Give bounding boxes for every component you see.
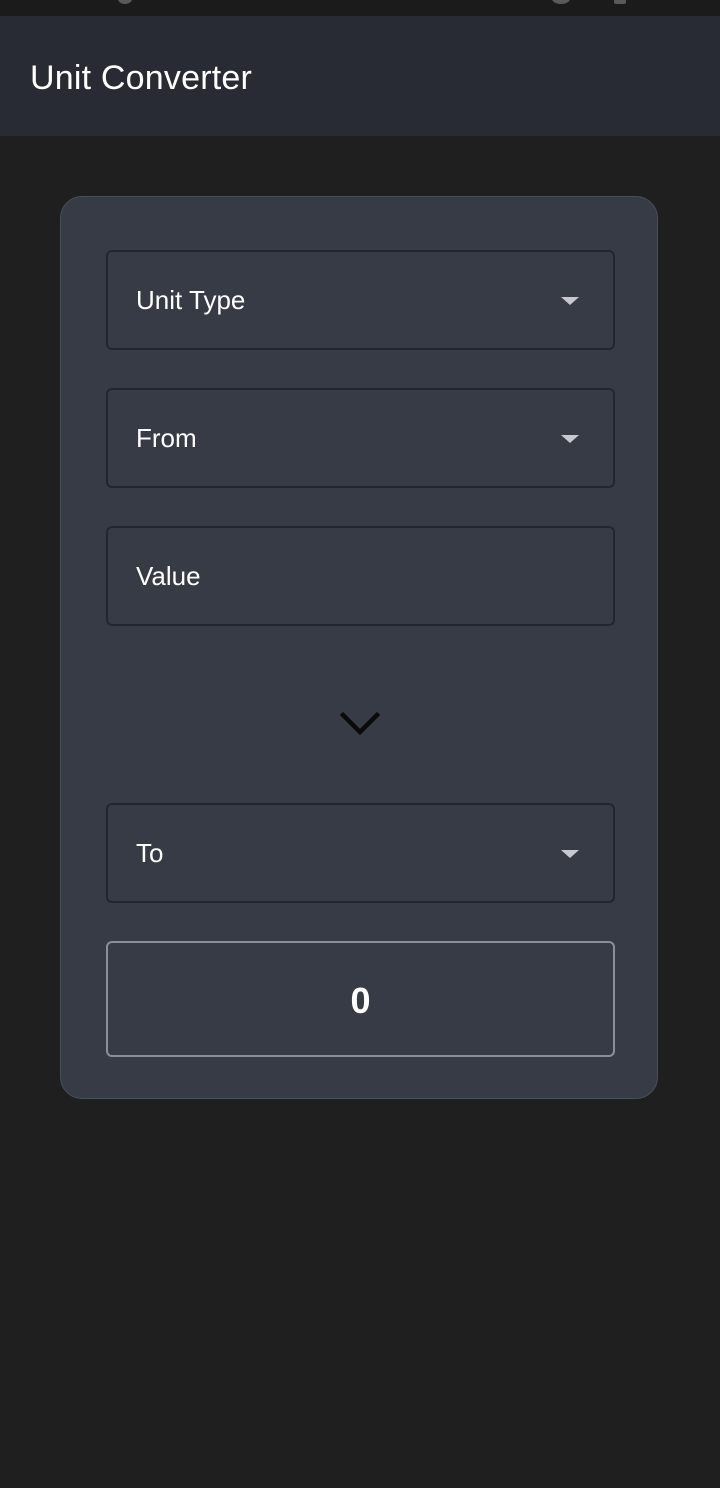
result-value: 0 [350, 980, 371, 1021]
dropdown-arrow-icon [561, 850, 579, 858]
to-unit-dropdown[interactable]: To [106, 803, 615, 903]
from-unit-label: From [136, 423, 197, 453]
to-unit-label: To [136, 838, 164, 868]
chevron-down-icon[interactable] [339, 709, 381, 739]
unit-type-label: Unit Type [136, 285, 246, 315]
value-input-placeholder: Value [136, 561, 201, 591]
from-unit-dropdown[interactable]: From [106, 388, 615, 488]
battery-icon [614, 0, 626, 4]
unit-type-dropdown[interactable]: Unit Type [106, 250, 615, 350]
result-display: 0 [106, 941, 615, 1057]
dropdown-arrow-icon [561, 297, 579, 305]
app-bar: Unit Converter [0, 16, 720, 136]
value-input[interactable]: Value [106, 526, 615, 626]
app-title: Unit Converter [30, 59, 252, 97]
status-icon [118, 0, 132, 4]
status-bar [0, 0, 720, 16]
converter-card: Unit Type From Value To 0 [60, 196, 658, 1099]
status-icon [552, 0, 570, 4]
dropdown-arrow-icon [561, 435, 579, 443]
